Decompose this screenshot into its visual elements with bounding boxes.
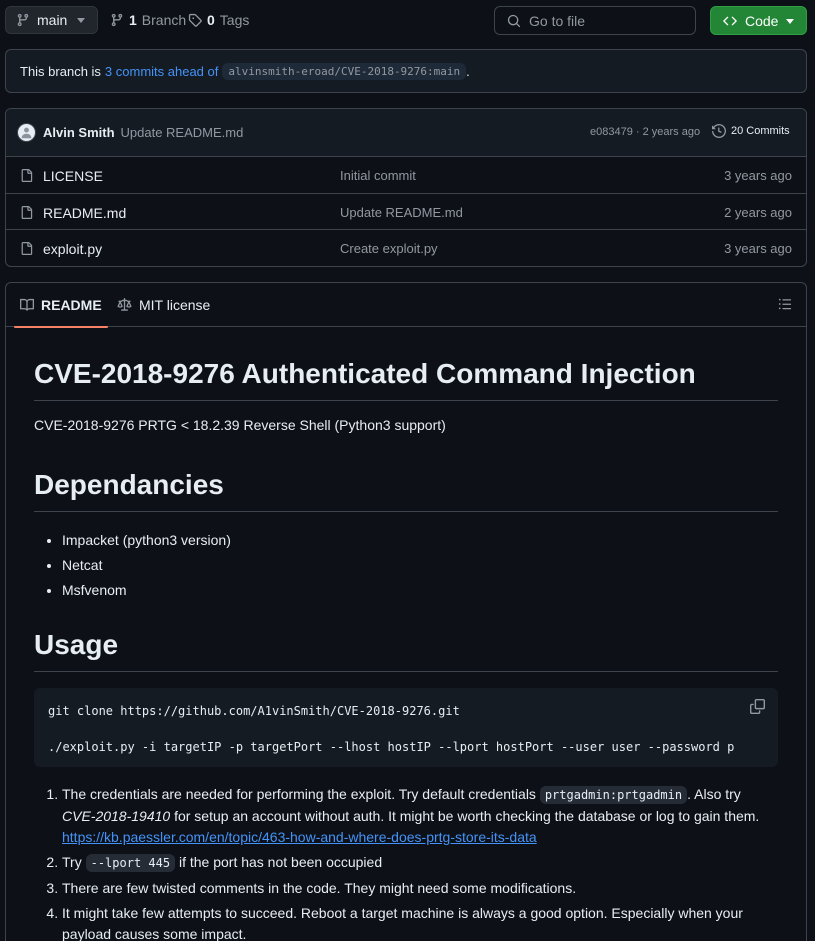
- file-row[interactable]: LICENSE Initial commit 3 years ago: [6, 157, 806, 194]
- list-item: It might take few attempts to succeed. R…: [62, 903, 778, 941]
- commits-count: 20 Commits: [731, 125, 790, 137]
- code-block: git clone https://github.com/A1vinSmith/…: [34, 688, 778, 767]
- copy-icon[interactable]: [750, 699, 765, 714]
- file-commit-message[interactable]: Create exploit.py: [340, 241, 438, 256]
- avatar[interactable]: [17, 123, 36, 142]
- paessler-kb-link[interactable]: https://kb.paessler.com/en/topic/463-how…: [62, 829, 537, 845]
- readme-subtitle: CVE-2018-9276 PRTG < 18.2.39 Reverse She…: [34, 417, 446, 433]
- list-item: Netcat: [62, 553, 778, 578]
- ahead-compare-link[interactable]: 3 commits ahead of: [105, 64, 218, 79]
- commits-history-link[interactable]: 20 Commits: [712, 124, 790, 138]
- branch-label: Branch: [141, 12, 187, 28]
- readme-tabs: README MIT license: [6, 283, 806, 328]
- list-item: Try --lport 445 if the port has not been…: [62, 852, 778, 874]
- file-age: 3 years ago: [724, 241, 792, 256]
- dependencies-heading: Dependancies: [34, 467, 778, 512]
- file-age: 2 years ago: [724, 204, 792, 220]
- usage-steps: The credentials are needed for performin…: [34, 784, 778, 941]
- readme-content: CVE-2018-9276 Authenticated Command Inje…: [34, 327, 778, 941]
- tab-license[interactable]: MIT license: [117, 283, 210, 327]
- list-icon[interactable]: [778, 297, 792, 311]
- ahead-prefix: This branch is: [20, 63, 101, 79]
- inline-code: --lport 445: [85, 854, 176, 872]
- commit-message[interactable]: Update README.md: [121, 125, 244, 140]
- inline-code: prtgadmin:prtgadmin: [539, 786, 688, 804]
- branch-ahead-notice: This branch is 3 commits ahead of alvins…: [5, 49, 807, 93]
- go-to-file-placeholder: Go to file: [529, 12, 586, 29]
- file-commit-message[interactable]: Initial commit: [340, 168, 416, 183]
- step-text: Try: [62, 854, 86, 870]
- file-commit-message[interactable]: Update README.md: [340, 205, 463, 220]
- file-row[interactable]: exploit.py Create exploit.py 3 years ago: [6, 230, 806, 266]
- branches-link[interactable]: 1 Branch: [110, 6, 186, 34]
- file-icon: [20, 205, 33, 220]
- readme-panel: README MIT license CVE-2018-9276 Authent…: [5, 282, 807, 941]
- branch-count: 1: [129, 12, 137, 28]
- readme-title: CVE-2018-9276 Authenticated Command Inje…: [34, 356, 778, 401]
- list-item: Impacket (python3 version): [62, 528, 778, 553]
- go-to-file-input[interactable]: Go to file: [494, 6, 696, 35]
- code-line: ./exploit.py -i targetIP -p targetPort -…: [48, 740, 735, 754]
- dependencies-list: Impacket (python3 version) Netcat Msfven…: [34, 528, 778, 603]
- step-emphasis: CVE-2018-19410: [62, 808, 171, 824]
- branch-selector-button[interactable]: main: [5, 6, 98, 34]
- step-text: for setup an account without auth. It mi…: [170, 808, 760, 824]
- file-name[interactable]: README.md: [43, 205, 126, 221]
- repo-toolbar: main 1 Branch 0 Tags Go to file Code: [5, 6, 807, 35]
- commit-author[interactable]: Alvin Smith: [43, 125, 115, 140]
- law-icon: [117, 298, 132, 312]
- file-icon: [20, 241, 33, 256]
- chevron-down-icon: [786, 19, 794, 24]
- history-icon: [712, 124, 726, 138]
- latest-commit-row: Alvin Smith Update README.md e083479 · 2…: [6, 109, 806, 157]
- file-table: Alvin Smith Update README.md e083479 · 2…: [5, 108, 807, 267]
- file-row[interactable]: README.md Update README.md 2 years ago: [6, 194, 806, 230]
- file-age: 3 years ago: [724, 168, 792, 183]
- tab-license-label: MIT license: [139, 297, 211, 313]
- list-item: Msfvenom: [62, 578, 778, 603]
- step-text: . Also try: [687, 786, 741, 802]
- tab-readme-label: README: [41, 297, 102, 313]
- file-icon: [20, 168, 33, 183]
- code-button[interactable]: Code: [710, 6, 807, 35]
- search-icon: [507, 14, 521, 28]
- code-button-label: Code: [745, 12, 779, 29]
- git-branch-icon: [110, 13, 124, 27]
- branch-name: main: [37, 12, 68, 28]
- list-item: There are few twisted comments in the co…: [62, 878, 778, 899]
- step-text: if the port has not been occupied: [175, 854, 383, 870]
- book-icon: [20, 298, 34, 312]
- file-name[interactable]: exploit.py: [43, 241, 102, 257]
- usage-heading: Usage: [34, 627, 778, 672]
- tag-count: 0: [207, 12, 215, 28]
- code-icon: [723, 14, 737, 28]
- code-line: git clone https://github.com/A1vinSmith/…: [48, 704, 460, 718]
- tag-icon: [188, 13, 202, 27]
- upstream-ref-badge[interactable]: alvinsmith-eroad/CVE-2018-9276:main: [222, 62, 467, 80]
- step-text: The credentials are needed for performin…: [62, 786, 540, 802]
- commit-sha-time[interactable]: e083479 · 2 years ago: [590, 126, 700, 138]
- tab-readme[interactable]: README: [14, 283, 108, 328]
- file-name[interactable]: LICENSE: [43, 168, 103, 184]
- list-item: The credentials are needed for performin…: [62, 784, 778, 848]
- chevron-down-icon: [77, 18, 85, 23]
- ahead-suffix: .: [466, 63, 470, 79]
- tag-label: Tags: [219, 12, 250, 28]
- git-branch-icon: [16, 13, 30, 27]
- tags-link[interactable]: 0 Tags: [188, 6, 249, 34]
